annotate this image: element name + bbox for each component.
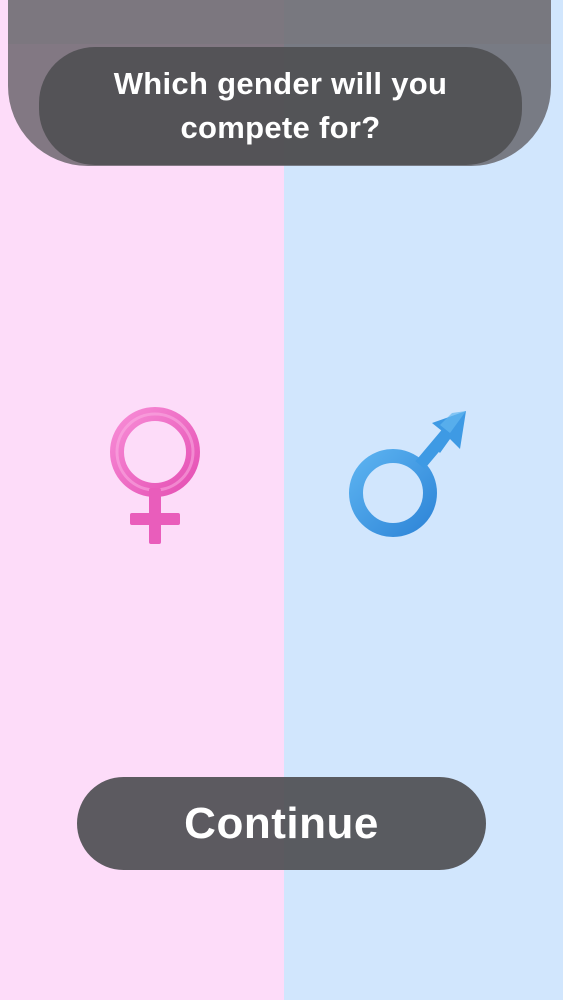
gender-selection-screen: Which gender will you compete for? Conti… bbox=[0, 0, 563, 1000]
page-title: Which gender will you compete for? bbox=[113, 66, 448, 145]
female-symbol-icon[interactable] bbox=[100, 400, 210, 550]
title-banner: Which gender will you compete for? bbox=[39, 47, 522, 165]
male-symbol-icon[interactable] bbox=[340, 405, 480, 555]
continue-button[interactable]: Continue bbox=[77, 777, 486, 870]
header-overlay-strip bbox=[8, 0, 551, 44]
